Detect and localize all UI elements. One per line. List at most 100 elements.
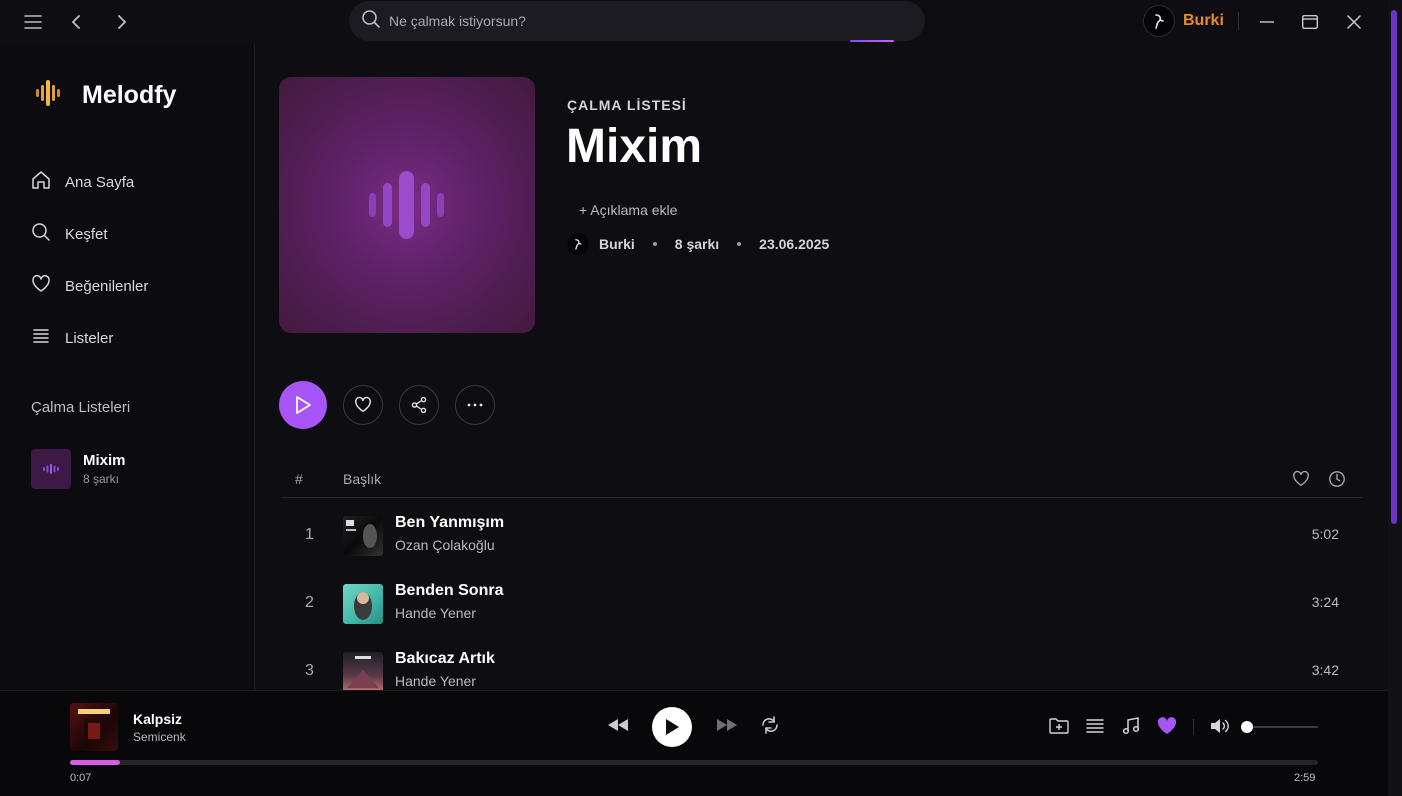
play-icon: [666, 719, 679, 735]
column-number: #: [295, 471, 303, 487]
divider: [1193, 719, 1194, 735]
divider: [1238, 12, 1239, 30]
search-accent-line: [850, 40, 894, 42]
track-number: 3: [305, 662, 314, 679]
search-input[interactable]: [389, 13, 889, 29]
share-button[interactable]: [399, 385, 439, 425]
player-bar: Kalpsiz Semicenk 0:07 2:59: [0, 690, 1388, 796]
play-pause-button[interactable]: [652, 707, 692, 747]
rewind-icon[interactable]: [606, 713, 630, 737]
fast-forward-icon[interactable]: [715, 713, 739, 737]
sidebar-item-label: Beğenilenler: [65, 277, 149, 295]
user-profile-button[interactable]: Burki: [1143, 5, 1224, 37]
heart-icon: [31, 274, 51, 298]
track-number: 1: [305, 526, 314, 543]
progress-bar[interactable]: [70, 760, 1318, 765]
queue-icon[interactable]: [1084, 715, 1106, 737]
playlist-name: Mixim: [83, 452, 126, 469]
sidebar: Melodfy Ana Sayfa Keşfet Beğenilenler Li…: [0, 44, 255, 690]
list-icon: [31, 326, 51, 350]
separator-dot: [737, 242, 742, 246]
play-playlist-button[interactable]: [279, 381, 327, 429]
table-row[interactable]: 2 Benden Sonra Hande Yener 3:24: [281, 574, 1363, 634]
play-icon: [296, 396, 311, 414]
search-icon: [31, 222, 51, 246]
sidebar-playlist-item[interactable]: Mixim 8 şarkı: [31, 449, 126, 489]
home-icon: [31, 170, 51, 194]
track-artist[interactable]: Hande Yener: [395, 673, 476, 689]
search-icon: [361, 9, 381, 34]
title-bar: Burki: [0, 0, 1402, 44]
lyrics-icon[interactable]: [1120, 715, 1142, 737]
now-playing-artist[interactable]: Semicenk: [133, 730, 186, 744]
track-duration: 3:24: [1311, 594, 1339, 610]
forward-icon[interactable]: [107, 8, 135, 36]
more-options-button[interactable]: [455, 385, 495, 425]
table-row[interactable]: 3 Bakıcaz Artık Hande Yener 3:42: [281, 642, 1363, 690]
volume-slider[interactable]: [1247, 726, 1318, 728]
current-time: 0:07: [70, 772, 92, 784]
track-title: Bakıcaz Artık: [395, 650, 495, 667]
app-logo[interactable]: Melodfy: [36, 80, 176, 111]
scrollbar[interactable]: [1388, 0, 1402, 796]
app-name: Melodfy: [82, 81, 177, 109]
search-bar[interactable]: [349, 1, 925, 41]
repeat-icon[interactable]: [758, 713, 782, 737]
waveform-icon: [369, 171, 444, 239]
volume-icon[interactable]: [1208, 715, 1230, 737]
close-icon[interactable]: [1340, 8, 1368, 36]
heart-icon: [355, 396, 371, 413]
menu-icon[interactable]: [19, 8, 47, 36]
sidebar-item-label: Keşfet: [65, 225, 108, 243]
sidebar-item-liked[interactable]: Beğenilenler: [31, 274, 148, 298]
maximize-icon[interactable]: [1296, 8, 1324, 36]
track-table-header: # Başlık: [281, 462, 1363, 498]
track-artist[interactable]: Hande Yener: [395, 605, 476, 621]
heart-icon: [1292, 470, 1310, 491]
separator-dot: [652, 242, 657, 246]
playlists-section-title: Çalma Listeleri: [31, 399, 131, 416]
scrollbar-thumb[interactable]: [1391, 10, 1397, 524]
avatar: [1143, 5, 1175, 37]
playlist-actions: [279, 381, 495, 429]
add-to-folder-icon[interactable]: [1048, 715, 1070, 737]
add-description-button[interactable]: + Açıklama ekle: [579, 202, 677, 218]
liked-heart-icon[interactable]: [1156, 715, 1178, 737]
sidebar-item-discover[interactable]: Keşfet: [31, 222, 108, 246]
playlist-owner[interactable]: Burki: [599, 236, 635, 252]
track-title: Benden Sonra: [395, 582, 504, 599]
main-content: ÇALMA LİSTESİ Mixim + Açıklama ekle Burk…: [256, 44, 1386, 690]
track-duration: 3:42: [1311, 662, 1339, 678]
now-playing-title: Kalpsiz: [133, 711, 183, 727]
playlist-song-count: 8 şarkı: [674, 236, 720, 252]
like-playlist-button[interactable]: [343, 385, 383, 425]
minimize-icon[interactable]: [1253, 8, 1281, 36]
sidebar-item-home[interactable]: Ana Sayfa: [31, 170, 134, 194]
track-duration: 5:02: [1311, 526, 1339, 542]
logo-icon: [36, 80, 64, 111]
playlist-date: 23.06.2025: [759, 236, 830, 252]
clock-icon: [1328, 470, 1346, 491]
more-icon: [467, 403, 483, 407]
track-artist[interactable]: Ozan Çolakoğlu: [395, 537, 495, 553]
playlist-meta: Burki 8 şarkı 23.06.2025: [567, 233, 829, 255]
volume-slider-knob[interactable]: [1241, 721, 1253, 733]
sidebar-item-lists[interactable]: Listeler: [31, 326, 113, 350]
playlist-track-count: 8 şarkı: [83, 472, 120, 486]
track-cover: [343, 652, 383, 690]
playlist-cover: [279, 77, 535, 333]
page-title: Mixim: [566, 120, 703, 173]
progress-fill: [70, 760, 120, 765]
share-icon: [411, 396, 427, 414]
owner-avatar: [567, 233, 589, 255]
back-icon[interactable]: [63, 8, 91, 36]
total-time: 2:59: [1294, 772, 1316, 784]
user-name: Burki: [1183, 12, 1224, 29]
now-playing-cover: [70, 703, 118, 751]
track-cover: [343, 516, 383, 556]
track-number: 2: [305, 594, 314, 611]
playlist-thumbnail: [31, 449, 71, 489]
playlist-type-label: ÇALMA LİSTESİ: [567, 97, 687, 113]
column-title: Başlık: [343, 471, 382, 487]
table-row[interactable]: 1 Ben Yanmışım Ozan Çolakoğlu 5:02: [281, 506, 1363, 566]
